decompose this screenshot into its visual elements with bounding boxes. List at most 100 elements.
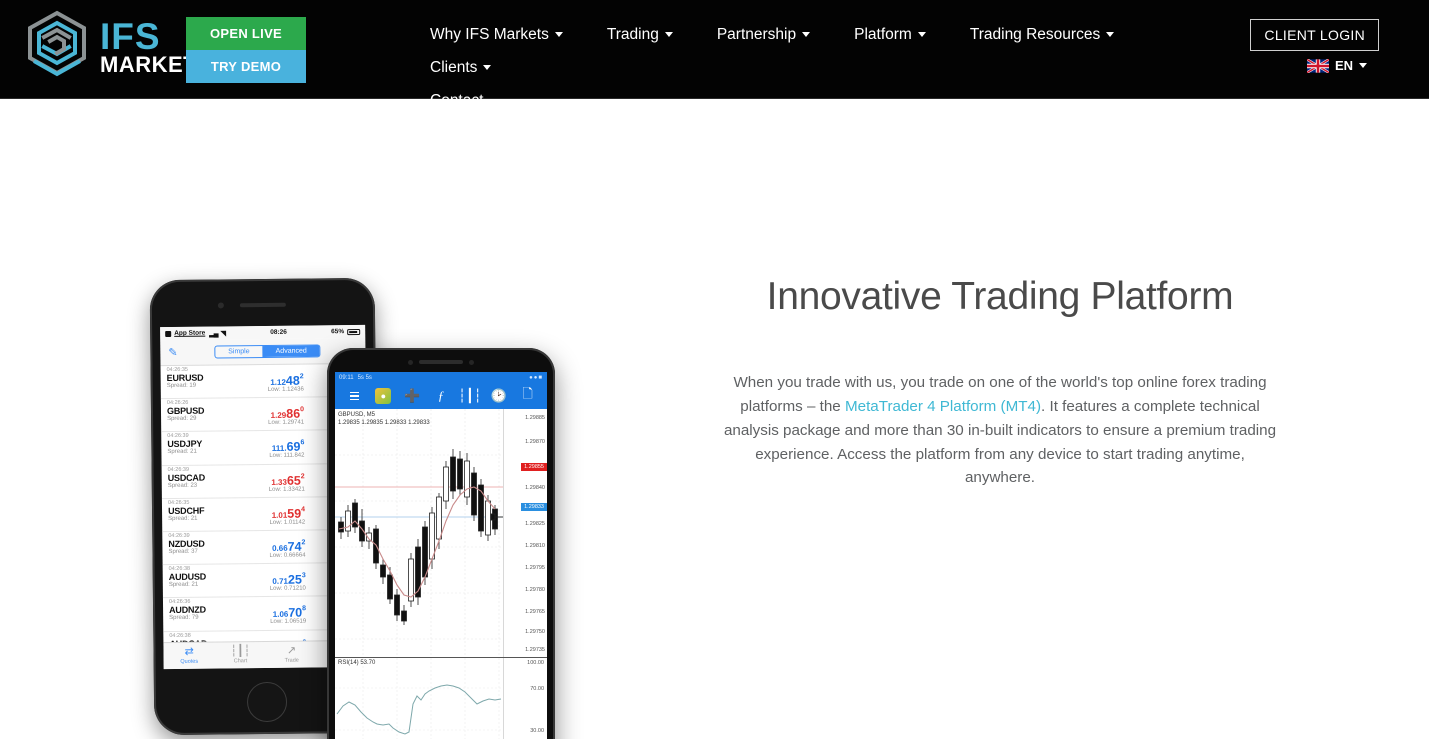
tab-label: Chart [233, 658, 248, 665]
iphone-speaker-grille [239, 302, 286, 308]
chevron-down-icon [802, 32, 811, 37]
price-tick: 1.29810 [525, 543, 545, 549]
price-tick: 1.29885 [525, 415, 545, 421]
rsi-label: RSI(14) 53.70 [338, 660, 376, 666]
candlestick-icon: ┆┃┆ [230, 645, 251, 658]
quote-low: Low: 1.01142 [269, 519, 306, 526]
status-back-app-label: App Store [174, 329, 206, 337]
nav-label: Partnership [716, 25, 797, 43]
tab-quotes[interactable]: ⇄ Quotes [163, 643, 215, 670]
function-icon[interactable]: ƒ [427, 388, 456, 404]
site-header: IFS MARKETS OPEN LIVE TRY DEMO Why IFS M… [0, 0, 1429, 109]
battery-icon [347, 328, 361, 335]
nav-label: Platform [854, 25, 912, 43]
rsi-axis: 100.00 70.00 30.00 0.00 [503, 658, 547, 739]
tab-trade[interactable]: ↗ Trade [266, 641, 318, 668]
quote-low: Low: 111.842 [269, 452, 305, 460]
brand-logo[interactable]: IFS MARKETS [24, 9, 212, 87]
main-content: Innovative Trading Platform When you tra… [0, 99, 1429, 739]
ask-price-marker: 1.29833 [521, 503, 547, 511]
price-tick: 1.29780 [525, 587, 545, 593]
status-time: 09:11 [339, 374, 354, 381]
quote-low: Low: 0.66664 [269, 552, 306, 559]
indicators-icon[interactable]: ┆┃┆ [455, 388, 484, 404]
chart-ohlc: 1.29835 1.29835 1.29833 1.29833 [338, 420, 430, 427]
mt4-price-chart[interactable]: GBPUSD, M5 1.29835 1.29835 1.29833 1.298… [335, 409, 547, 657]
price-tick: 1.29825 [525, 521, 545, 527]
quote-low: Low: 1.12436 [267, 386, 304, 393]
device-mockup-group: App Store ▂▄ ◥ 08:26 65% ✎ Simple Advanc… [0, 99, 700, 739]
chevron-down-icon [483, 65, 492, 70]
chevron-down-icon [1106, 32, 1115, 37]
quote-low: Low: 1.33421 [268, 486, 305, 493]
mt4-platform-link[interactable]: MetaTrader 4 Platform (MT4) [845, 398, 1041, 415]
signal-bars-icon: ▂▄ [209, 329, 218, 338]
price-tick: 1.29765 [525, 609, 545, 615]
crosshair-icon[interactable]: ➕ [398, 388, 427, 404]
mt4-rsi-indicator[interactable]: RSI(14) 53.70 100.00 70.00 30.00 [335, 657, 547, 739]
price-axis: 1.29885 1.29870 1.29855 1.29840 1.29833 … [503, 409, 547, 657]
status-battery-icons: ●●■ [529, 374, 543, 381]
tab-chart[interactable]: ┆┃┆ Chart [215, 642, 267, 669]
chevron-down-icon [917, 32, 926, 37]
ifs-hexagon-logo-icon [28, 10, 86, 77]
uk-flag-icon [1306, 58, 1329, 73]
menu-icon[interactable] [340, 391, 369, 401]
back-app-icon [165, 330, 172, 337]
price-tick: 1.29735 [525, 647, 545, 653]
copy-block: Innovative Trading Platform When you tra… [720, 275, 1280, 490]
rsi-tick: 70.00 [530, 686, 544, 692]
android-status-bar: 09:11 5s 5s ●●■ [335, 372, 547, 383]
nav-label: Trading [606, 25, 659, 43]
rsi-tick: 100.00 [527, 660, 544, 666]
quote-low: Low: 1.29741 [268, 419, 305, 427]
nav-label: Trading Resources [969, 25, 1101, 43]
nav-item-why-ifs-markets[interactable]: Why IFS Markets [430, 18, 563, 51]
tab-label: Trade [284, 657, 299, 664]
try-demo-button[interactable]: TRY DEMO [186, 50, 306, 83]
nav-label: Why IFS Markets [430, 25, 549, 43]
chevron-down-icon [1359, 63, 1367, 68]
page-title: Innovative Trading Platform [766, 275, 1234, 318]
pencil-icon[interactable]: ✎ [168, 346, 177, 359]
price-tick: 1.29840 [525, 485, 545, 491]
nav-item-clients[interactable]: Clients [430, 51, 492, 84]
view-mode-segmented-control: Simple Advanced [214, 344, 321, 359]
quotes-arrows-icon: ⇄ [184, 645, 194, 658]
mt4-toolbar: ● ➕ ƒ ┆┃┆ 🕑 🗋 [335, 383, 547, 409]
language-code: EN [1334, 58, 1353, 73]
nav-item-trading[interactable]: Trading [607, 18, 673, 51]
chevron-down-icon [554, 32, 563, 37]
nav-item-partnership[interactable]: Partnership [716, 18, 811, 51]
segment-simple[interactable]: Simple [215, 346, 263, 357]
language-selector[interactable]: EN [1306, 58, 1367, 73]
nav-item-platform[interactable]: Platform [854, 18, 926, 51]
android-screen: 09:11 5s 5s ●●■ ● ➕ ƒ ┆┃┆ 🕑 🗋 GBPUSD, M5… [335, 372, 547, 739]
chevron-down-icon [664, 32, 673, 37]
quote-low: Low: 1.06519 [270, 618, 307, 626]
segment-advanced[interactable]: Advanced [262, 345, 320, 358]
open-live-button[interactable]: OPEN LIVE [186, 17, 306, 50]
iphone-home-button[interactable] [246, 681, 287, 723]
trade-arrow-icon: ↗ [286, 644, 297, 657]
bid-price-marker: 1.29855 [521, 463, 547, 471]
document-icon[interactable]: 🗋 [513, 385, 542, 407]
android-speaker-grille [419, 360, 463, 364]
nav-label: Clients [430, 58, 478, 76]
client-login-button[interactable]: CLIENT LOGIN [1250, 19, 1379, 51]
price-tick: 1.29795 [525, 565, 545, 571]
price-tick: 1.29870 [525, 439, 545, 445]
rsi-tick: 30.00 [530, 728, 544, 734]
battery-percent: 65% [331, 328, 345, 336]
cta-button-group: OPEN LIVE TRY DEMO [186, 17, 306, 83]
nav-item-trading-resources[interactable]: Trading Resources [969, 18, 1115, 51]
iphone-front-camera [217, 302, 224, 309]
rsi-plot [335, 658, 503, 739]
android-device-mockup: 09:11 5s 5s ●●■ ● ➕ ƒ ┆┃┆ 🕑 🗋 GBPUSD, M5… [327, 348, 555, 739]
quote-low: Low: 0.71210 [269, 585, 306, 593]
clock-icon[interactable]: 🕑 [484, 388, 513, 404]
mt4-app-icon[interactable]: ● [369, 388, 398, 404]
price-tick: 1.29750 [525, 629, 545, 635]
tab-label: Quotes [180, 658, 199, 665]
status-indicators: 5s 5s [357, 374, 372, 381]
